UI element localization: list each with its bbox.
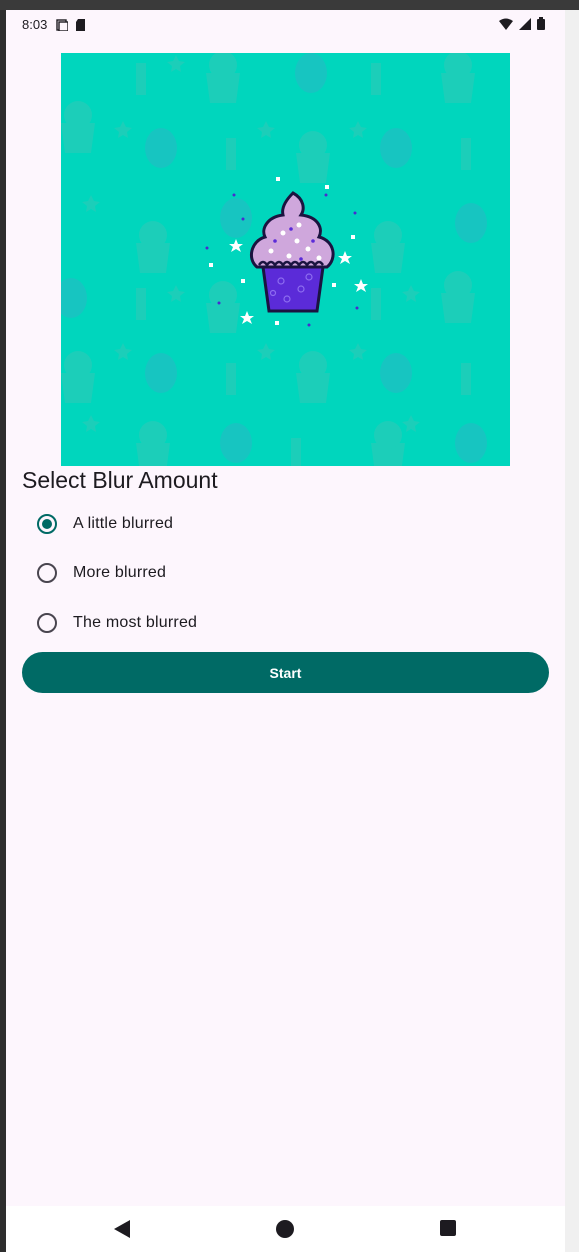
blur-option-little[interactable]: A little blurred bbox=[22, 500, 542, 548]
page-title: Select Blur Amount bbox=[22, 467, 218, 493]
blur-option-more[interactable]: More blurred bbox=[22, 549, 542, 597]
status-time: 8:03 bbox=[22, 17, 48, 32]
signal-icon bbox=[519, 17, 531, 35]
radio-label: A little blurred bbox=[73, 515, 174, 532]
recents-icon[interactable] bbox=[440, 1220, 456, 1241]
navigation-bar bbox=[6, 1206, 565, 1252]
start-button[interactable]: Start bbox=[22, 652, 549, 693]
radio-label: The most blurred bbox=[73, 614, 198, 631]
status-icons-right bbox=[499, 17, 545, 35]
sd-card-icon bbox=[76, 18, 86, 36]
blur-option-most[interactable]: The most blurred bbox=[22, 599, 542, 647]
radio-button-checked[interactable] bbox=[37, 514, 57, 534]
home-icon[interactable] bbox=[276, 1220, 294, 1243]
radio-label: More blurred bbox=[73, 564, 167, 581]
phone-screen: 8:03 Select Blur Amount A little blurred… bbox=[6, 10, 565, 1252]
hero-image bbox=[61, 53, 510, 466]
battery-icon bbox=[537, 17, 545, 35]
back-icon[interactable] bbox=[114, 1220, 130, 1243]
radio-button[interactable] bbox=[37, 613, 57, 633]
radio-button[interactable] bbox=[37, 563, 57, 583]
wifi-icon bbox=[499, 17, 513, 35]
window-right-edge bbox=[565, 10, 579, 1252]
status-icons-left bbox=[56, 18, 86, 36]
status-bar: 8:03 bbox=[6, 10, 565, 38]
window-top-strip bbox=[0, 0, 579, 10]
screen-icon bbox=[56, 18, 69, 36]
